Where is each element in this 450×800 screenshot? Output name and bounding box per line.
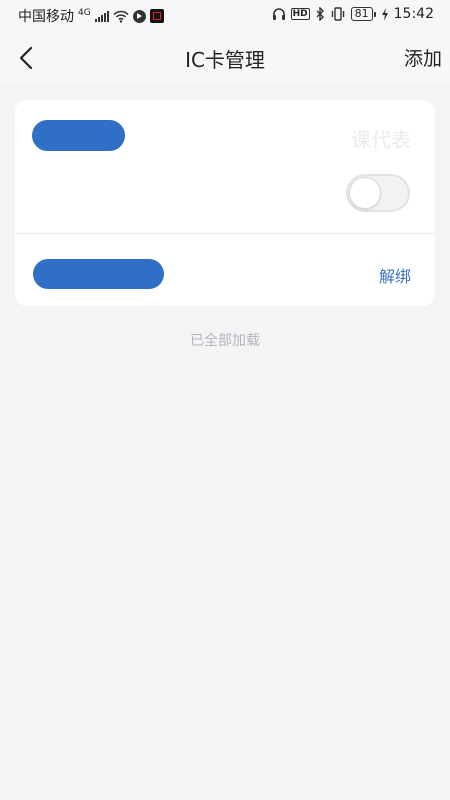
wifi-icon: [113, 10, 129, 23]
charging-icon: [381, 7, 388, 21]
all-loaded-text: 已全部加载: [190, 333, 260, 349]
ic-card-item: 课代表 解绑: [15, 100, 435, 306]
navigation-bar: IC卡管理 添加: [0, 32, 450, 84]
vibrate-icon: [331, 7, 344, 21]
card-name-redacted: [32, 120, 125, 151]
clock-time: 15:42: [393, 6, 434, 22]
unbind-button[interactable]: 解绑: [379, 263, 411, 287]
battery-level: 81: [350, 7, 373, 21]
card-divider: [15, 233, 435, 234]
status-bar: 中国移动 4G HD 81 15:42: [0, 0, 450, 32]
signal-icon: [94, 10, 109, 22]
status-bar-right: HD 81 15:42: [272, 6, 434, 22]
status-bar-left: 中国移动 4G: [18, 6, 164, 26]
add-button[interactable]: 添加: [404, 44, 442, 71]
play-icon: [132, 9, 146, 23]
carrier-name: 中国移动: [18, 9, 74, 25]
hd-voice-icon: HD: [290, 8, 310, 20]
card-enable-toggle[interactable]: [346, 174, 410, 212]
bluetooth-icon: [316, 7, 324, 21]
card-header: 课代表: [15, 100, 435, 234]
headphones-icon: [272, 8, 285, 20]
page-title: IC卡管理: [185, 48, 265, 72]
toggle-knob: [349, 177, 381, 209]
battery-icon: 81: [350, 7, 376, 21]
schedule-label: 课代表: [351, 128, 411, 152]
card-number-redacted: [33, 259, 164, 289]
network-type-indicator: 4G: [78, 8, 91, 18]
screen-record-icon: [149, 9, 164, 23]
